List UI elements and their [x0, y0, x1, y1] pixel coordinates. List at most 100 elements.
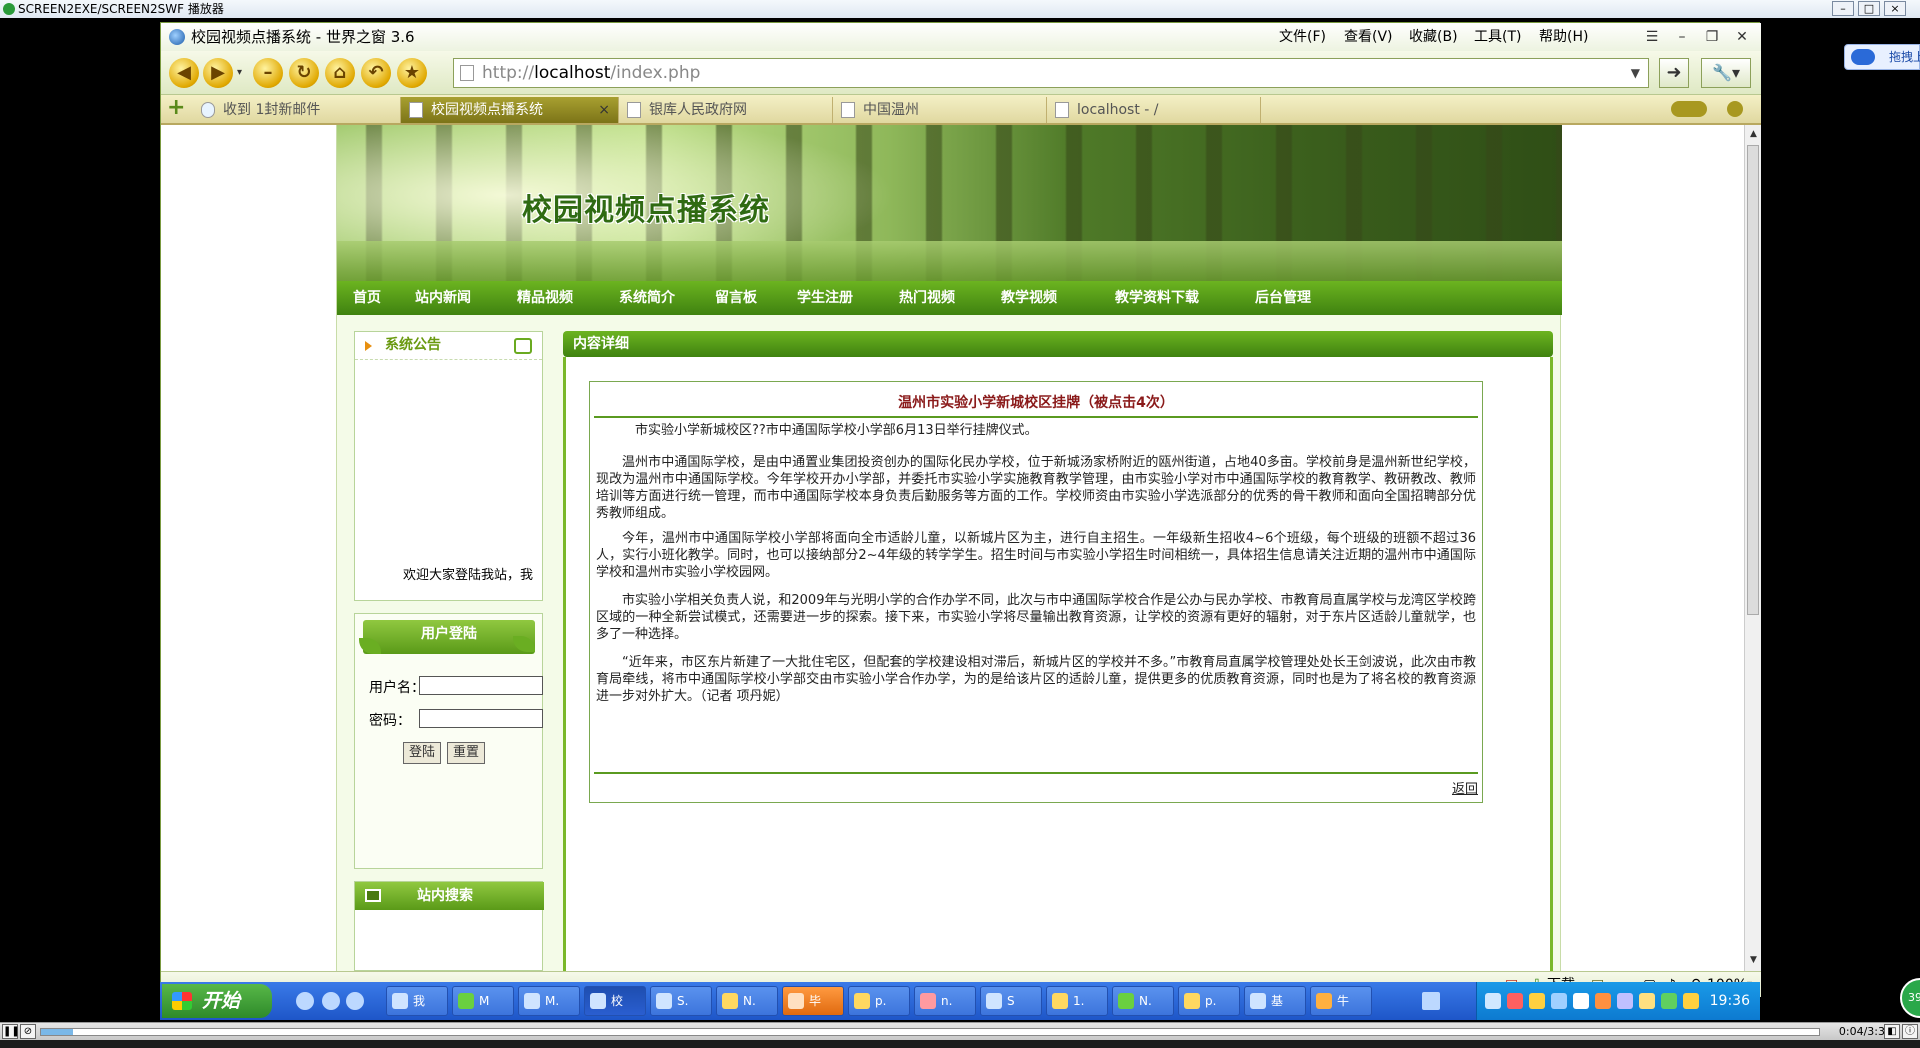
tray-icon[interactable]	[1507, 993, 1523, 1009]
back-button[interactable]: ◀	[169, 58, 199, 88]
player-close-button[interactable]: ×	[1884, 1, 1906, 16]
favorites-star-button[interactable]: ★	[397, 58, 427, 88]
taskbar-item[interactable]: 基	[1244, 986, 1306, 1016]
menu-favorites[interactable]: 收藏(B)	[1409, 23, 1458, 51]
page-scrollbar[interactable]: ▲ ▼	[1744, 125, 1761, 971]
tab-localhost[interactable]: localhost - /	[1047, 97, 1261, 123]
info-icon[interactable]: ⓘ	[1902, 1024, 1918, 1039]
menu-list-icon[interactable]: ☰	[1641, 27, 1663, 47]
menu-help[interactable]: 帮助(H)	[1539, 23, 1588, 51]
tray-icon[interactable]	[1529, 993, 1545, 1009]
nav-about[interactable]: 系统简介	[619, 281, 675, 315]
home-button[interactable]: ⌂	[325, 58, 355, 88]
stop-icon[interactable]: ⊘	[20, 1024, 36, 1039]
playback-progress[interactable]	[40, 1028, 1820, 1036]
pause-icon[interactable]: ❚❚	[2, 1024, 20, 1039]
tray-icon[interactable]	[1595, 993, 1611, 1009]
tray-icon[interactable]	[1661, 993, 1677, 1009]
nav-hot-videos[interactable]: 热门视频	[899, 281, 955, 315]
address-path: /index.php	[610, 63, 701, 83]
taskbar-item[interactable]: p.	[848, 986, 910, 1016]
scroll-down-icon[interactable]: ▼	[1747, 953, 1760, 967]
globe-icon	[169, 29, 185, 45]
nav-featured-videos[interactable]: 精品视频	[517, 281, 573, 315]
password-input[interactable]	[419, 709, 543, 728]
taskbar-item-label: 我	[413, 994, 426, 1008]
taskbar-item[interactable]: S	[980, 986, 1042, 1016]
taskbar-item[interactable]: N.	[1112, 986, 1174, 1016]
tab-bar: + 收到 1封新邮件 校园视频点播系统 × 银库人民政府网 中国温州 local…	[161, 95, 1761, 125]
go-button[interactable]: ➜	[1659, 58, 1689, 88]
nav-register[interactable]: 学生注册	[797, 281, 853, 315]
taskbar-item-label: S.	[677, 994, 689, 1008]
taskbar-item[interactable]: 校	[584, 986, 646, 1016]
close-button[interactable]: ✕	[1731, 27, 1753, 47]
quicklaunch-desktop-icon[interactable]	[296, 992, 314, 1010]
address-dropdown-icon[interactable]: ▼	[1631, 59, 1640, 87]
stop-button[interactable]: –	[253, 58, 283, 88]
restore-button[interactable]: ❐	[1701, 27, 1723, 47]
nav-news[interactable]: 站内新闻	[415, 281, 471, 315]
taskbar-item[interactable]: N.	[716, 986, 778, 1016]
login-button[interactable]: 登陆	[403, 742, 441, 764]
taskbar-item[interactable]: M.	[518, 986, 580, 1016]
nav-teaching-videos[interactable]: 教学视频	[1001, 281, 1057, 315]
taskbar-item[interactable]: 1.	[1046, 986, 1108, 1016]
menu-file[interactable]: 文件(F)	[1279, 23, 1326, 51]
tray-icon[interactable]	[1617, 993, 1633, 1009]
player-maximize-button[interactable]: □	[1858, 1, 1880, 16]
taskbar-item[interactable]: S.	[650, 986, 712, 1016]
scroll-thumb[interactable]	[1747, 145, 1759, 615]
volume-slider-icon[interactable]: ◧	[1884, 1024, 1900, 1039]
playback-progress-fill	[41, 1029, 73, 1035]
tray-icon[interactable]	[1573, 993, 1589, 1009]
tray-icon[interactable]	[1551, 993, 1567, 1009]
username-input[interactable]	[419, 676, 543, 695]
taskbar-item[interactable]: 我	[386, 986, 448, 1016]
tab-government[interactable]: 银库人民政府网	[619, 97, 833, 123]
taskbar-item-label: S	[1007, 994, 1015, 1008]
forward-button[interactable]: ▶	[203, 58, 233, 88]
taskbar-item[interactable]: M	[452, 986, 514, 1016]
nav-admin[interactable]: 后台管理	[1255, 281, 1311, 315]
undo-close-button[interactable]: ↶	[361, 58, 391, 88]
login-header: 用户登陆	[359, 620, 535, 654]
tab-video-system[interactable]: 校园视频点播系统 ×	[401, 97, 619, 123]
tab-wenzhou[interactable]: 中国温州	[833, 97, 1047, 123]
tab-scroll-icon[interactable]	[1671, 101, 1707, 117]
nav-home[interactable]: 首页	[353, 281, 381, 315]
tools-wrench-button[interactable]: 🔧▾	[1701, 58, 1751, 88]
system-tray: 19:36	[1476, 982, 1760, 1020]
tray-icon[interactable]	[1485, 993, 1501, 1009]
player-minimize-button[interactable]: –	[1832, 1, 1854, 16]
nav-downloads[interactable]: 教学资料下载	[1115, 281, 1199, 315]
reset-button[interactable]: 重置	[447, 742, 485, 764]
menu-view[interactable]: 查看(V)	[1344, 23, 1393, 51]
new-tab-button[interactable]: +	[167, 97, 187, 120]
tray-icon[interactable]	[1639, 993, 1655, 1009]
scroll-up-icon[interactable]: ▲	[1747, 127, 1760, 141]
taskbar-item[interactable]: 毕	[782, 986, 844, 1016]
menu-tools[interactable]: 工具(T)	[1474, 23, 1521, 51]
back-link[interactable]: 返回	[1452, 778, 1478, 797]
tab-menu-icon[interactable]	[1727, 101, 1743, 117]
taskbar-item-label: 1.	[1073, 994, 1085, 1008]
cloud-drag-label: 拖拽上	[1889, 50, 1920, 64]
start-button[interactable]: 开始	[162, 984, 272, 1018]
nav-guestbook[interactable]: 留言板	[715, 281, 757, 315]
cloud-drag-widget[interactable]: 拖拽上	[1844, 44, 1920, 70]
site-nav: 首页 站内新闻 精品视频 系统简介 留言板 学生注册 热门视频 教学视频 教学资…	[337, 281, 1562, 315]
history-dropdown-icon[interactable]: ▾	[237, 67, 242, 78]
refresh-button[interactable]: ↻	[289, 58, 319, 88]
taskbar-item[interactable]: n.	[914, 986, 976, 1016]
quicklaunch-tool-icon[interactable]	[346, 992, 364, 1010]
address-bar[interactable]: http://localhost/index.php ▼	[453, 58, 1649, 88]
taskbar-item[interactable]: 牛	[1310, 986, 1372, 1016]
minimize-button[interactable]: –	[1671, 27, 1693, 47]
quicklaunch-globe-icon[interactable]	[322, 992, 340, 1010]
keyboard-icon[interactable]	[1422, 992, 1440, 1010]
taskbar-item[interactable]: p.	[1178, 986, 1240, 1016]
tab-close-icon[interactable]: ×	[598, 97, 610, 123]
tab-mail[interactable]: 收到 1封新邮件	[193, 97, 401, 123]
tray-icon[interactable]	[1683, 993, 1699, 1009]
